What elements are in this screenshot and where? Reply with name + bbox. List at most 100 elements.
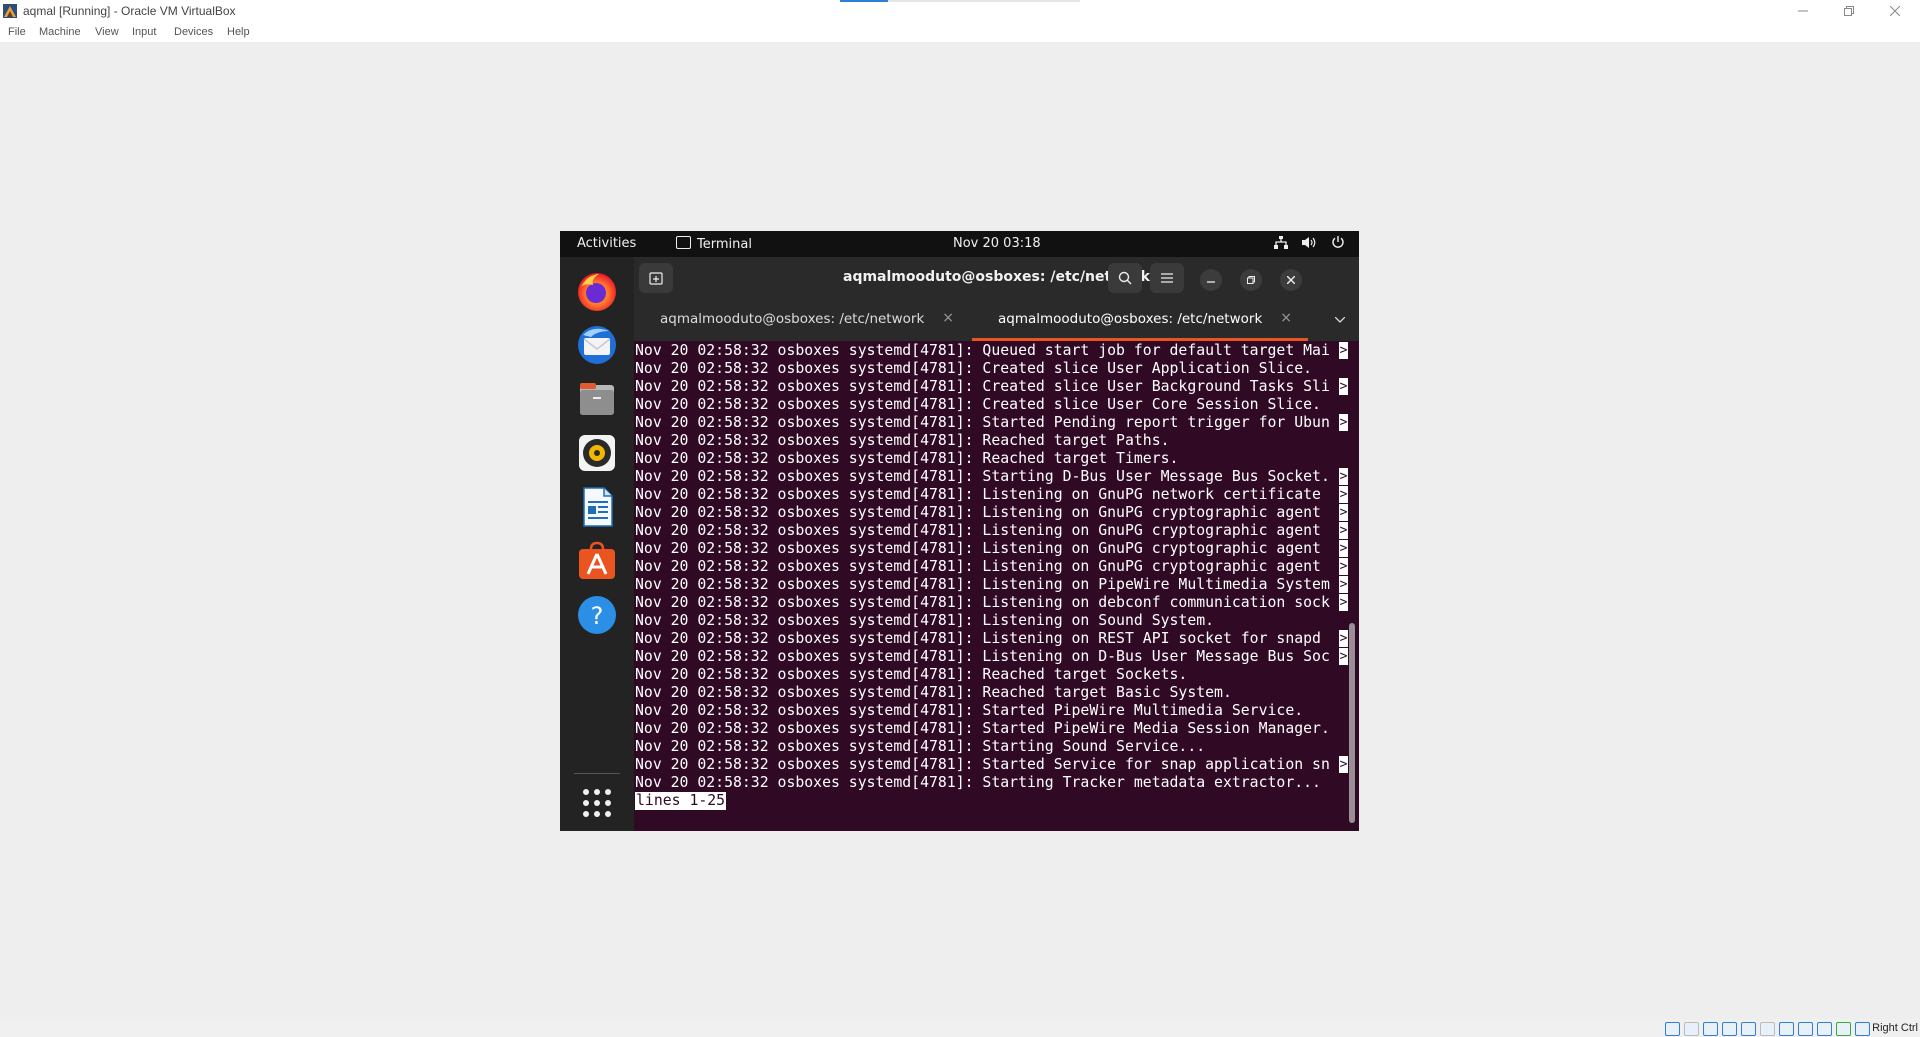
- dock-ubuntu-software[interactable]: [573, 537, 621, 585]
- line-truncated-marker: >: [1339, 378, 1348, 395]
- terminal-tab-1[interactable]: aqmalmooduto@osboxes: /etc/network ×: [634, 299, 970, 341]
- guest-screen[interactable]: Activities Terminal Nov 20 03:18 ? aqmal…: [560, 231, 1359, 831]
- terminal-log-line: Nov 20 02:58:32 osboxes systemd[4781]: L…: [635, 630, 1330, 647]
- network-wired-icon: [1274, 235, 1288, 249]
- tab-close-icon[interactable]: ×: [942, 310, 954, 326]
- svg-text:?: ?: [591, 602, 604, 630]
- terminal-log-line: Nov 20 02:58:32 osboxes systemd[4781]: R…: [635, 684, 1232, 701]
- terminal-log-line: Nov 20 02:58:32 osboxes systemd[4781]: S…: [635, 756, 1330, 773]
- line-truncated-marker: >: [1339, 630, 1348, 647]
- host-minimize-button[interactable]: [1780, 0, 1826, 22]
- terminal-log-line: Nov 20 02:58:32 osboxes systemd[4781]: R…: [635, 450, 1179, 467]
- virtualbox-app-icon: [3, 4, 17, 18]
- terminal-scrollbar[interactable]: [1349, 341, 1355, 831]
- clock[interactable]: Nov 20 03:18: [953, 236, 1041, 251]
- terminal-log-line: Nov 20 02:58:32 osboxes systemd[4781]: L…: [635, 612, 1215, 629]
- terminal-restore-button[interactable]: [1240, 269, 1262, 291]
- video-capture-icon[interactable]: [1798, 1022, 1813, 1036]
- new-tab-button[interactable]: [639, 263, 673, 293]
- tab-list-button[interactable]: [1331, 311, 1349, 329]
- terminal-log-line: Nov 20 02:58:32 osboxes systemd[4781]: Q…: [635, 342, 1330, 359]
- host-menubar: File Machine View Input Devices Help: [0, 22, 1920, 43]
- hard-disk-icon[interactable]: [1665, 1022, 1680, 1036]
- host-window-title: aqmal [Running] - Oracle VM VirtualBox: [23, 4, 236, 18]
- terminal-log-line: Nov 20 02:58:32 osboxes systemd[4781]: S…: [635, 468, 1330, 485]
- terminal-app-icon: [676, 236, 691, 249]
- virtualization-icon[interactable]: [1817, 1022, 1832, 1036]
- keyboard-capture-icon[interactable]: [1855, 1022, 1870, 1036]
- search-icon: [1118, 271, 1132, 285]
- terminal-log-line: Nov 20 02:58:32 osboxes systemd[4781]: R…: [635, 432, 1170, 449]
- tab-label: aqmalmooduto@osboxes: /etc/network: [660, 311, 925, 327]
- dock-separator: [574, 773, 620, 774]
- terminal-output[interactable]: Nov 20 02:58:32 osboxes systemd[4781]: Q…: [634, 341, 1359, 831]
- menu-devices[interactable]: Devices: [174, 26, 213, 38]
- gnome-top-bar: Activities Terminal Nov 20 03:18: [560, 231, 1359, 257]
- dock-firefox[interactable]: [573, 267, 621, 315]
- libreoffice-writer-icon: [583, 487, 613, 527]
- menu-machine[interactable]: Machine: [39, 26, 81, 38]
- rhythmbox-icon: [579, 435, 615, 471]
- hamburger-menu-button[interactable]: [1150, 263, 1184, 293]
- restore-icon: [1247, 276, 1255, 284]
- menu-file[interactable]: File: [8, 26, 26, 38]
- line-truncated-marker: >: [1339, 486, 1348, 503]
- terminal-log-line: Nov 20 02:58:32 osboxes systemd[4781]: L…: [635, 648, 1330, 665]
- new-tab-icon: [649, 272, 663, 285]
- show-applications-button[interactable]: [573, 779, 621, 827]
- search-button[interactable]: [1108, 263, 1142, 293]
- usb-icon[interactable]: [1741, 1022, 1756, 1036]
- terminal-window[interactable]: aqmalmooduto@osboxes: /etc/network aqmal…: [634, 257, 1359, 831]
- dock-libreoffice-writer[interactable]: [573, 483, 621, 531]
- activities-button[interactable]: Activities: [577, 236, 636, 251]
- line-truncated-marker: >: [1339, 468, 1348, 485]
- app-menu-label: Terminal: [697, 237, 752, 252]
- host-restore-button[interactable]: [1826, 0, 1872, 22]
- terminal-log-line: Nov 20 02:58:32 osboxes systemd[4781]: L…: [635, 504, 1330, 521]
- minimize-icon: [1207, 281, 1215, 283]
- chevron-down-icon: [1335, 317, 1345, 323]
- host-key-label: Right Ctrl: [1872, 1022, 1918, 1034]
- terminal-log-line: Nov 20 02:58:32 osboxes systemd[4781]: L…: [635, 594, 1330, 611]
- app-menu-terminal[interactable]: Terminal: [676, 236, 752, 252]
- dock-rhythmbox[interactable]: [573, 429, 621, 477]
- scrollbar-thumb[interactable]: [1349, 623, 1355, 823]
- hamburger-icon: [1161, 273, 1173, 283]
- network-icon[interactable]: [1722, 1022, 1737, 1036]
- dock-help[interactable]: ?: [573, 591, 621, 639]
- line-truncated-marker: >: [1339, 522, 1348, 539]
- line-truncated-marker: >: [1339, 558, 1348, 575]
- terminal-tab-2[interactable]: aqmalmooduto@osboxes: /etc/network ×: [972, 299, 1308, 341]
- terminal-log-line: Nov 20 02:58:32 osboxes systemd[4781]: C…: [635, 360, 1313, 377]
- terminal-headerbar: aqmalmooduto@osboxes: /etc/network: [634, 257, 1359, 299]
- tab-close-icon[interactable]: ×: [1280, 310, 1292, 326]
- optical-disk-icon[interactable]: [1684, 1022, 1699, 1036]
- menu-view[interactable]: View: [95, 26, 119, 38]
- menu-help[interactable]: Help: [227, 26, 250, 38]
- terminal-log-line: Nov 20 02:58:32 osboxes systemd[4781]: S…: [635, 414, 1330, 431]
- help-icon: ?: [578, 596, 616, 634]
- terminal-minimize-button[interactable]: [1200, 269, 1222, 291]
- shared-folder-icon[interactable]: [1760, 1022, 1775, 1036]
- mouse-integration-icon[interactable]: [1836, 1022, 1851, 1036]
- host-title-progress-fill: [840, 0, 888, 2]
- host-titlebar: aqmal [Running] - Oracle VM VirtualBox: [0, 0, 1920, 22]
- terminal-log-line: Nov 20 02:58:32 osboxes systemd[4781]: C…: [635, 396, 1321, 413]
- terminal-tabbar: aqmalmooduto@osboxes: /etc/network × aqm…: [634, 299, 1359, 341]
- line-truncated-marker: >: [1339, 540, 1348, 557]
- terminal-log-line: Nov 20 02:58:32 osboxes systemd[4781]: R…: [635, 666, 1188, 683]
- system-tray[interactable]: [1274, 235, 1345, 249]
- display-icon[interactable]: [1779, 1022, 1794, 1036]
- terminal-log-line: Nov 20 02:58:32 osboxes systemd[4781]: S…: [635, 720, 1330, 737]
- terminal-log-line: Nov 20 02:58:32 osboxes systemd[4781]: L…: [635, 540, 1330, 557]
- audio-icon[interactable]: [1703, 1022, 1718, 1036]
- line-truncated-marker: >: [1339, 594, 1348, 611]
- line-truncated-marker: >: [1339, 504, 1348, 521]
- host-close-button[interactable]: [1872, 0, 1918, 22]
- line-truncated-marker: >: [1339, 414, 1348, 431]
- dock-files[interactable]: [573, 375, 621, 423]
- restore-icon: [1844, 6, 1854, 16]
- terminal-close-button[interactable]: [1280, 269, 1302, 291]
- dock-thunderbird[interactable]: [573, 321, 621, 369]
- menu-input[interactable]: Input: [132, 26, 156, 38]
